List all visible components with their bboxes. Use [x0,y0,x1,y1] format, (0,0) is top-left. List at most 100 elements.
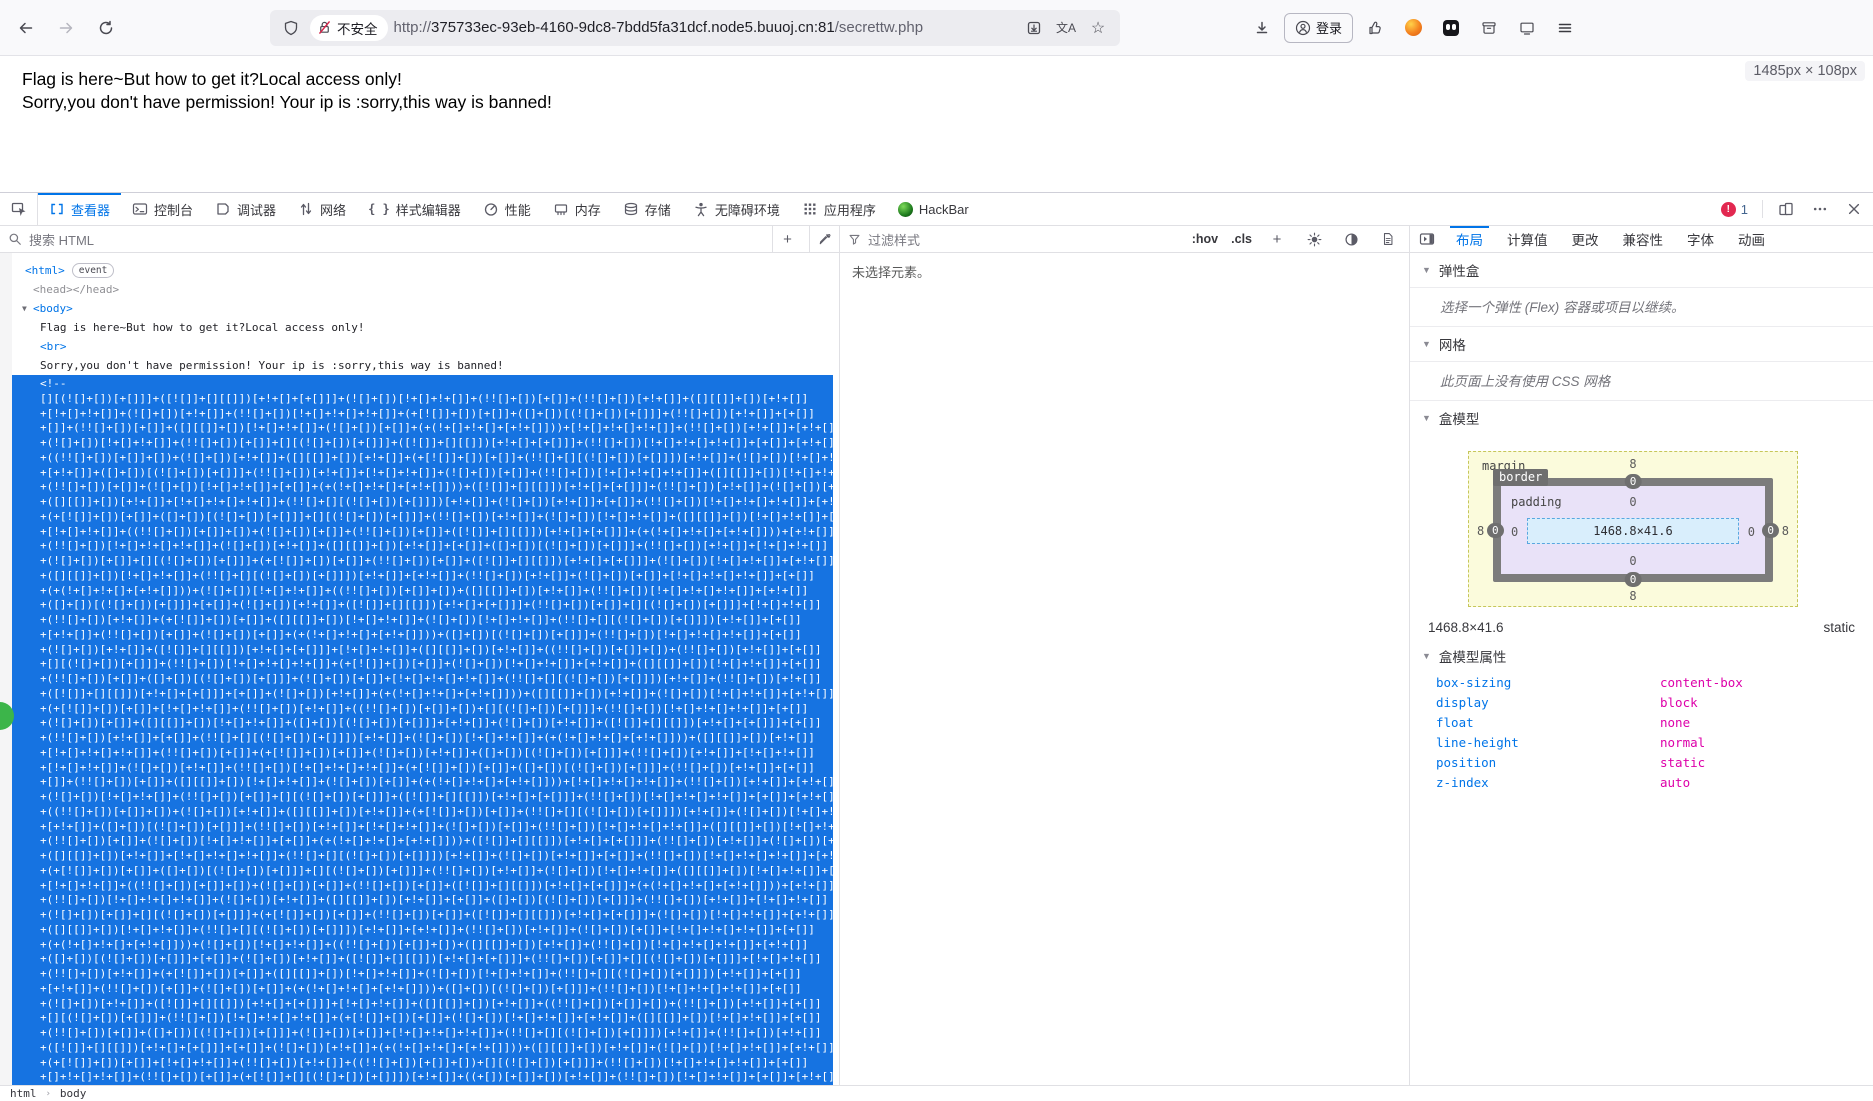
tab-application[interactable]: 应用程序 [791,193,887,225]
class-toggle-button[interactable]: .cls [1228,232,1255,246]
responsive-mode-button[interactable] [1771,196,1801,222]
security-chip[interactable]: 不安全 [310,14,388,41]
sign-in-button[interactable]: 登录 [1284,12,1354,43]
sidebar-tabbar: 布局 计算值 更改 兼容性 字体 动画 [1410,226,1873,252]
tab-debugger[interactable]: 调试器 [204,193,287,225]
border-top-value[interactable]: 0 [1624,474,1642,489]
extension-orange-button[interactable] [1397,12,1429,44]
breadcrumb-html[interactable]: html [10,1087,37,1100]
tab-hackbar[interactable]: HackBar [887,193,980,225]
url-text[interactable]: http://375733ec-93eb-4160-9dc8-7bdd5fa31… [394,19,1015,36]
tab-network[interactable]: 网络 [287,193,357,225]
container-button[interactable] [1473,12,1505,44]
error-count-button[interactable]: ! 1 [1715,201,1754,217]
screenshots-button[interactable] [1511,12,1543,44]
tab-accessibility[interactable]: 无障碍环境 [682,193,791,225]
event-badge[interactable]: event [71,263,115,278]
content-box-size[interactable]: 1468.8×41.6 [1527,518,1739,544]
tab-style-editor[interactable]: { } 样式编辑器 [357,193,472,225]
dark-theme-button[interactable] [1336,226,1366,252]
devtools-close-button[interactable] [1839,196,1869,222]
style-filter-bar[interactable]: 过滤样式 :hov .cls + [840,226,1410,252]
new-rule-button[interactable]: + [1262,226,1292,252]
tab-animations[interactable]: 动画 [1726,226,1777,252]
close-icon [1848,203,1860,215]
tab-console[interactable]: 控制台 [121,193,204,225]
light-theme-button[interactable] [1299,226,1329,252]
breadcrumb-body[interactable]: body [60,1087,87,1100]
boxmodel-section-header[interactable]: ▼ 盒模型 [1410,401,1873,435]
reload-button[interactable] [90,12,122,44]
shield-icon[interactable] [278,15,304,41]
expander-icon: ▼ [1422,339,1431,349]
padding-right-value[interactable]: 0 [1748,525,1755,539]
extension-tampermonkey-button[interactable] [1435,12,1467,44]
tree-node-body[interactable]: ▼ <body> [12,299,839,318]
margin-left-value[interactable]: 8 [1477,524,1484,538]
tab-layout[interactable]: 布局 [1444,226,1495,252]
insecure-lock-icon [319,21,330,34]
padding-top-value[interactable]: 0 [1629,495,1636,509]
url-bar[interactable]: 不安全 http://375733ec-93eb-4160-9dc8-7bdd5… [270,9,1120,46]
padding-left-value[interactable]: 0 [1511,525,1518,539]
add-node-button[interactable]: + [772,226,802,252]
tab-storage[interactable]: 存储 [612,193,682,225]
sun-icon [1307,232,1321,246]
tab-label: 样式编辑器 [395,202,461,218]
star-icon: ☆ [1090,19,1106,37]
grid-section-header[interactable]: ▼ 网格 [1410,327,1873,362]
translate-button[interactable]: 文A [1052,14,1080,42]
forward-button[interactable] [50,12,82,44]
border-right-value[interactable]: 0 [1762,523,1779,538]
extension-thumb-button[interactable] [1359,12,1391,44]
tree-node-br[interactable]: <br> [12,337,839,356]
padding-bottom-value[interactable]: 0 [1629,554,1636,568]
devtools-second-toolbar: 搜索 HTML + 过滤样式 :hov .cls + 布局 计算值 更改 兼容性… [0,226,1873,253]
devtools-menu-button[interactable] [1805,196,1835,222]
tab-memory[interactable]: 内存 [542,193,612,225]
box-model-diagram[interactable]: margin 8 8 8 8 border 0 0 0 0 padding 0 … [1468,451,1798,607]
selected-comment-node[interactable]: <!-- [][(![]+[])[+[]]]+([![]]+[][[]])[+!… [12,375,833,1085]
html-search-bar[interactable]: 搜索 HTML + [0,226,840,252]
expander-icon[interactable]: ▼ [22,299,27,318]
margin-bottom-value[interactable]: 8 [1629,589,1636,603]
flexbox-section-header[interactable]: ▼ 弹性盒 [1410,253,1873,288]
tab-performance[interactable]: 性能 [472,193,542,225]
bookmark-button[interactable]: ☆ [1084,14,1112,42]
tree-text-node-1[interactable]: Flag is here~But how to get it?Local acc… [12,318,839,337]
boxmodel-props-header[interactable]: ▼ 盒模型属性 [1410,644,1873,673]
tab-computed[interactable]: 计算值 [1495,226,1560,252]
tree-text-node-2[interactable]: Sorry,you don't have permission! Your ip… [12,356,839,375]
eyedropper-button[interactable] [809,226,839,252]
tree-node-head[interactable]: <head></head> [12,280,839,299]
tab-inspector[interactable]: 查看器 [38,193,122,225]
translate-icon: 文A [1055,21,1076,35]
border-left-value[interactable]: 0 [1487,523,1504,538]
meatballs-menu-icon [1813,207,1827,211]
margin-top-value[interactable]: 8 [1629,457,1636,471]
tab-changes[interactable]: 更改 [1560,226,1611,252]
border-bottom-value[interactable]: 0 [1624,572,1642,587]
breadcrumb: html › body [0,1085,1873,1101]
back-button[interactable] [10,12,42,44]
forward-icon [59,22,73,33]
layout-panel: ▼ 弹性盒 选择一个弹性 (Flex) 容器或项目以继续。 ▼ 网格 此页面上没… [1410,253,1873,1085]
sidebar-toggle-button[interactable] [1410,226,1444,252]
display-icon [1520,22,1534,35]
tab-label: 无障碍环境 [714,202,780,218]
node-picker-button[interactable] [0,193,38,225]
save-page-button[interactable] [1020,14,1048,42]
url-scheme: http:// [393,19,432,36]
downloads-button[interactable] [1246,12,1278,44]
margin-right-value[interactable]: 8 [1782,524,1789,538]
pseudo-class-button[interactable]: :hov [1189,232,1221,246]
tab-compatibility[interactable]: 兼容性 [1611,226,1676,252]
insecure-label: 不安全 [337,21,378,37]
app-menu-button[interactable] [1549,12,1581,44]
print-sim-button[interactable] [1373,226,1403,252]
tree-node-html[interactable]: <html> event [12,261,839,280]
tab-fonts[interactable]: 字体 [1675,226,1726,252]
search-placeholder: 搜索 HTML [29,232,95,248]
account-icon [1295,20,1311,35]
eyedropper-icon [819,233,830,245]
